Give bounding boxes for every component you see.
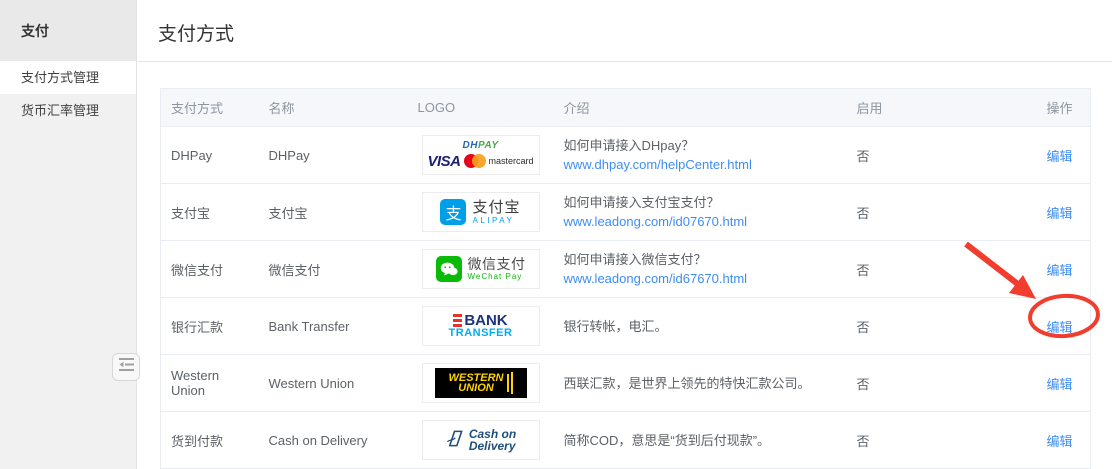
alipay-logo: 支 支付宝 ALIPAY bbox=[422, 192, 540, 232]
edit-button[interactable]: 编辑 bbox=[1047, 434, 1073, 449]
cell-logo: Cash on Delivery bbox=[408, 412, 554, 469]
cell-method: 支付宝 bbox=[161, 184, 259, 241]
col-header-enabled: 启用 bbox=[847, 89, 1037, 127]
table-row: DHPay DHPay DHPAY VISA mastercard bbox=[161, 127, 1091, 184]
edit-button[interactable]: 编辑 bbox=[1047, 206, 1073, 221]
cell-intro: 如何申请接入支付宝支付？ www.leadong.com/id07670.htm… bbox=[554, 184, 847, 241]
col-header-action: 操作 bbox=[1037, 89, 1091, 127]
edit-button[interactable]: 编辑 bbox=[1047, 263, 1073, 278]
cell-intro: 银行转帐，电汇。 bbox=[554, 298, 847, 355]
cell-logo: WESTERN UNION bbox=[408, 355, 554, 412]
col-header-intro: 介绍 bbox=[554, 89, 847, 127]
cell-method: 微信支付 bbox=[161, 241, 259, 298]
cell-method: Western Union bbox=[161, 355, 259, 412]
sidebar: 支付 支付方式管理 货币汇率管理 bbox=[0, 0, 137, 469]
sidebar-item-payment-methods[interactable]: 支付方式管理 bbox=[0, 61, 136, 94]
table-header-row: 支付方式 名称 LOGO 介绍 启用 操作 bbox=[161, 89, 1091, 127]
wechat-bubble-icon bbox=[436, 256, 462, 282]
cell-enabled: 否 bbox=[847, 127, 1037, 184]
cell-name: Bank Transfer bbox=[259, 298, 408, 355]
intro-text: 简称COD，意思是“货到后付现款”。 bbox=[564, 431, 837, 450]
bank-wordmark: BANK bbox=[464, 313, 507, 328]
intro-text: 如何申请接入微信支付？ bbox=[564, 250, 837, 269]
cell-name: 支付宝 bbox=[259, 184, 408, 241]
cell-name: DHPay bbox=[259, 127, 408, 184]
cell-enabled: 否 bbox=[847, 355, 1037, 412]
cell-enabled: 否 bbox=[847, 184, 1037, 241]
wechat-pay-wordmark: 微信支付 bbox=[468, 257, 526, 272]
intro-text: 如何申请接入DHpay？ bbox=[564, 136, 837, 155]
western-union-bars-icon bbox=[507, 372, 513, 394]
western-union-logo: WESTERN UNION bbox=[422, 363, 540, 403]
intro-text: 银行转帐，电汇。 bbox=[564, 317, 837, 336]
cell-name: 微信支付 bbox=[259, 241, 408, 298]
bank-transfer-logo: BANK TRANSFER bbox=[422, 306, 540, 346]
table-row: 货到付款 Cash on Delivery Cash bbox=[161, 412, 1091, 469]
cell-name: Western Union bbox=[259, 355, 408, 412]
cell-logo: 微信支付 WeChat Pay bbox=[408, 241, 554, 298]
cell-intro: 如何申请接入微信支付？ www.leadong.com/id67670.html bbox=[554, 241, 847, 298]
payment-settings-page: 支付 支付方式管理 货币汇率管理 支付方式 支付方式 名称 LOGO bbox=[0, 0, 1112, 469]
col-header-method: 支付方式 bbox=[161, 89, 259, 127]
intro-text: 如何申请接入支付宝支付？ bbox=[564, 193, 837, 212]
sidebar-title: 支付 bbox=[0, 0, 136, 61]
cash-on-delivery-hand-icon bbox=[445, 429, 464, 451]
cell-logo: DHPAY VISA mastercard bbox=[408, 127, 554, 184]
visa-wordmark: VISA bbox=[427, 153, 460, 170]
cell-logo: 支 支付宝 ALIPAY bbox=[408, 184, 554, 241]
dhpay-wordmark: DH bbox=[462, 140, 477, 151]
col-header-name: 名称 bbox=[259, 89, 408, 127]
intro-link[interactable]: www.leadong.com/id07670.html bbox=[564, 212, 837, 231]
cell-intro: 简称COD，意思是“货到后付现款”。 bbox=[554, 412, 847, 469]
edit-button-highlighted[interactable]: 编辑 bbox=[1047, 320, 1073, 335]
col-header-logo: LOGO bbox=[408, 89, 554, 127]
edit-button[interactable]: 编辑 bbox=[1047, 377, 1073, 392]
cell-enabled: 否 bbox=[847, 298, 1037, 355]
cell-method: 货到付款 bbox=[161, 412, 259, 469]
alipay-wordmark: 支付宝 bbox=[472, 200, 520, 216]
cash-on-delivery-logo: Cash on Delivery bbox=[422, 420, 540, 460]
main-header: 支付方式 bbox=[138, 0, 1112, 62]
alipay-symbol-icon: 支 bbox=[440, 199, 466, 225]
table-row: 支付宝 支付宝 支 支付宝 ALIPAY 如何申请接入支付宝支 bbox=[161, 184, 1091, 241]
cell-enabled: 否 bbox=[847, 412, 1037, 469]
intro-text: 西联汇款，是世界上领先的特快汇款公司。 bbox=[564, 374, 837, 393]
bank-bars-icon bbox=[453, 314, 462, 327]
page-title: 支付方式 bbox=[158, 19, 234, 46]
cell-method: DHPay bbox=[161, 127, 259, 184]
dhpay-logo: DHPAY VISA mastercard bbox=[422, 135, 540, 175]
cell-method: 银行汇款 bbox=[161, 298, 259, 355]
sidebar-collapse-button[interactable] bbox=[112, 353, 140, 381]
cell-intro: 如何申请接入DHpay？ www.dhpay.com/helpCenter.ht… bbox=[554, 127, 847, 184]
intro-link[interactable]: www.leadong.com/id67670.html bbox=[564, 269, 837, 288]
payment-methods-table: 支付方式 名称 LOGO 介绍 启用 操作 DHPay DHPay DHPAY bbox=[160, 88, 1091, 469]
table-row: Western Union Western Union WESTERN UNIO… bbox=[161, 355, 1091, 412]
table-row: 银行汇款 Bank Transfer BANK TRANSFER bbox=[161, 298, 1091, 355]
menu-fold-icon bbox=[119, 358, 134, 376]
wechat-pay-logo: 微信支付 WeChat Pay bbox=[422, 249, 540, 289]
table-row: 微信支付 微信支付 bbox=[161, 241, 1091, 298]
mastercard-wordmark: mastercard bbox=[489, 156, 534, 166]
intro-link[interactable]: www.dhpay.com/helpCenter.html bbox=[564, 155, 837, 174]
mastercard-circles-icon bbox=[464, 154, 486, 168]
edit-button[interactable]: 编辑 bbox=[1047, 149, 1073, 164]
cell-name: Cash on Delivery bbox=[259, 412, 408, 469]
sidebar-item-currency-rates[interactable]: 货币汇率管理 bbox=[0, 94, 136, 127]
cell-intro: 西联汇款，是世界上领先的特快汇款公司。 bbox=[554, 355, 847, 412]
cell-enabled: 否 bbox=[847, 241, 1037, 298]
cell-logo: BANK TRANSFER bbox=[408, 298, 554, 355]
